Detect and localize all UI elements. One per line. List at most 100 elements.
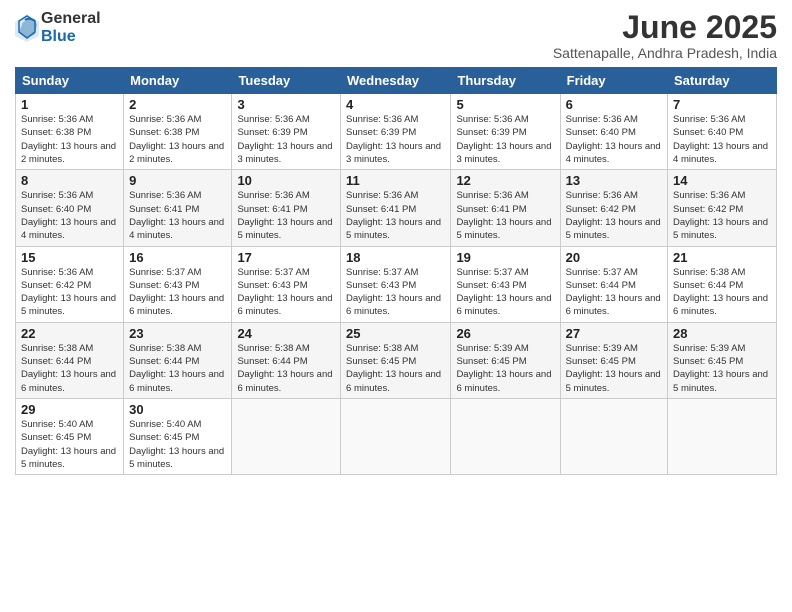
day-info: Sunrise: 5:36 AM Sunset: 6:41 PM Dayligh… bbox=[456, 189, 554, 242]
day-info: Sunrise: 5:36 AM Sunset: 6:40 PM Dayligh… bbox=[566, 113, 662, 166]
calendar-cell: 6 Sunrise: 5:36 AM Sunset: 6:40 PM Dayli… bbox=[560, 94, 667, 170]
page: General Blue June 2025 Sattenapalle, And… bbox=[0, 0, 792, 612]
calendar-cell: 20 Sunrise: 5:37 AM Sunset: 6:44 PM Dayl… bbox=[560, 246, 667, 322]
day-number: 21 bbox=[673, 250, 771, 265]
day-info: Sunrise: 5:36 AM Sunset: 6:39 PM Dayligh… bbox=[456, 113, 554, 166]
calendar-cell: 11 Sunrise: 5:36 AM Sunset: 6:41 PM Dayl… bbox=[341, 170, 451, 246]
day-number: 23 bbox=[129, 326, 226, 341]
day-number: 4 bbox=[346, 97, 445, 112]
calendar-cell: 28 Sunrise: 5:39 AM Sunset: 6:45 PM Dayl… bbox=[668, 322, 777, 398]
day-number: 22 bbox=[21, 326, 118, 341]
day-number: 7 bbox=[673, 97, 771, 112]
logo-blue-text: Blue bbox=[41, 28, 101, 46]
calendar-cell: 4 Sunrise: 5:36 AM Sunset: 6:39 PM Dayli… bbox=[341, 94, 451, 170]
day-number: 1 bbox=[21, 97, 118, 112]
calendar-cell: 10 Sunrise: 5:36 AM Sunset: 6:41 PM Dayl… bbox=[232, 170, 341, 246]
day-number: 27 bbox=[566, 326, 662, 341]
day-info: Sunrise: 5:38 AM Sunset: 6:45 PM Dayligh… bbox=[346, 342, 445, 395]
day-info: Sunrise: 5:36 AM Sunset: 6:41 PM Dayligh… bbox=[129, 189, 226, 242]
col-thursday: Thursday bbox=[451, 68, 560, 94]
calendar-week-2: 8 Sunrise: 5:36 AM Sunset: 6:40 PM Dayli… bbox=[16, 170, 777, 246]
calendar-cell: 9 Sunrise: 5:36 AM Sunset: 6:41 PM Dayli… bbox=[124, 170, 232, 246]
calendar-cell: 7 Sunrise: 5:36 AM Sunset: 6:40 PM Dayli… bbox=[668, 94, 777, 170]
col-friday: Friday bbox=[560, 68, 667, 94]
day-info: Sunrise: 5:37 AM Sunset: 6:43 PM Dayligh… bbox=[346, 266, 445, 319]
calendar-cell bbox=[232, 398, 341, 474]
day-info: Sunrise: 5:36 AM Sunset: 6:39 PM Dayligh… bbox=[346, 113, 445, 166]
day-info: Sunrise: 5:39 AM Sunset: 6:45 PM Dayligh… bbox=[673, 342, 771, 395]
day-info: Sunrise: 5:36 AM Sunset: 6:42 PM Dayligh… bbox=[673, 189, 771, 242]
header-row: Sunday Monday Tuesday Wednesday Thursday… bbox=[16, 68, 777, 94]
day-info: Sunrise: 5:38 AM Sunset: 6:44 PM Dayligh… bbox=[129, 342, 226, 395]
day-info: Sunrise: 5:37 AM Sunset: 6:43 PM Dayligh… bbox=[237, 266, 335, 319]
calendar-table: Sunday Monday Tuesday Wednesday Thursday… bbox=[15, 67, 777, 475]
day-number: 5 bbox=[456, 97, 554, 112]
day-number: 16 bbox=[129, 250, 226, 265]
calendar-cell: 5 Sunrise: 5:36 AM Sunset: 6:39 PM Dayli… bbox=[451, 94, 560, 170]
calendar-cell bbox=[341, 398, 451, 474]
calendar-cell: 17 Sunrise: 5:37 AM Sunset: 6:43 PM Dayl… bbox=[232, 246, 341, 322]
calendar-week-3: 15 Sunrise: 5:36 AM Sunset: 6:42 PM Dayl… bbox=[16, 246, 777, 322]
day-info: Sunrise: 5:36 AM Sunset: 6:41 PM Dayligh… bbox=[346, 189, 445, 242]
col-wednesday: Wednesday bbox=[341, 68, 451, 94]
col-tuesday: Tuesday bbox=[232, 68, 341, 94]
day-number: 10 bbox=[237, 173, 335, 188]
logo-text: General Blue bbox=[41, 10, 101, 45]
day-info: Sunrise: 5:37 AM Sunset: 6:43 PM Dayligh… bbox=[129, 266, 226, 319]
calendar-week-4: 22 Sunrise: 5:38 AM Sunset: 6:44 PM Dayl… bbox=[16, 322, 777, 398]
calendar-cell: 30 Sunrise: 5:40 AM Sunset: 6:45 PM Dayl… bbox=[124, 398, 232, 474]
calendar-cell bbox=[451, 398, 560, 474]
calendar-week-1: 1 Sunrise: 5:36 AM Sunset: 6:38 PM Dayli… bbox=[16, 94, 777, 170]
calendar-cell: 18 Sunrise: 5:37 AM Sunset: 6:43 PM Dayl… bbox=[341, 246, 451, 322]
day-number: 13 bbox=[566, 173, 662, 188]
day-info: Sunrise: 5:37 AM Sunset: 6:44 PM Dayligh… bbox=[566, 266, 662, 319]
calendar-cell bbox=[668, 398, 777, 474]
day-info: Sunrise: 5:39 AM Sunset: 6:45 PM Dayligh… bbox=[566, 342, 662, 395]
day-info: Sunrise: 5:36 AM Sunset: 6:41 PM Dayligh… bbox=[237, 189, 335, 242]
day-number: 25 bbox=[346, 326, 445, 341]
day-info: Sunrise: 5:36 AM Sunset: 6:40 PM Dayligh… bbox=[21, 189, 118, 242]
col-sunday: Sunday bbox=[16, 68, 124, 94]
logo: General Blue bbox=[15, 10, 101, 45]
day-info: Sunrise: 5:36 AM Sunset: 6:42 PM Dayligh… bbox=[21, 266, 118, 319]
calendar-cell: 25 Sunrise: 5:38 AM Sunset: 6:45 PM Dayl… bbox=[341, 322, 451, 398]
calendar-cell: 12 Sunrise: 5:36 AM Sunset: 6:41 PM Dayl… bbox=[451, 170, 560, 246]
day-number: 11 bbox=[346, 173, 445, 188]
calendar-cell: 27 Sunrise: 5:39 AM Sunset: 6:45 PM Dayl… bbox=[560, 322, 667, 398]
day-number: 17 bbox=[237, 250, 335, 265]
calendar-cell: 26 Sunrise: 5:39 AM Sunset: 6:45 PM Dayl… bbox=[451, 322, 560, 398]
day-number: 14 bbox=[673, 173, 771, 188]
day-number: 19 bbox=[456, 250, 554, 265]
col-saturday: Saturday bbox=[668, 68, 777, 94]
day-number: 9 bbox=[129, 173, 226, 188]
day-number: 8 bbox=[21, 173, 118, 188]
day-number: 6 bbox=[566, 97, 662, 112]
day-number: 12 bbox=[456, 173, 554, 188]
day-info: Sunrise: 5:39 AM Sunset: 6:45 PM Dayligh… bbox=[456, 342, 554, 395]
calendar-cell: 8 Sunrise: 5:36 AM Sunset: 6:40 PM Dayli… bbox=[16, 170, 124, 246]
calendar-cell: 19 Sunrise: 5:37 AM Sunset: 6:43 PM Dayl… bbox=[451, 246, 560, 322]
calendar-cell: 13 Sunrise: 5:36 AM Sunset: 6:42 PM Dayl… bbox=[560, 170, 667, 246]
day-info: Sunrise: 5:36 AM Sunset: 6:38 PM Dayligh… bbox=[21, 113, 118, 166]
day-info: Sunrise: 5:38 AM Sunset: 6:44 PM Dayligh… bbox=[21, 342, 118, 395]
day-number: 20 bbox=[566, 250, 662, 265]
calendar-cell: 3 Sunrise: 5:36 AM Sunset: 6:39 PM Dayli… bbox=[232, 94, 341, 170]
month-title: June 2025 bbox=[553, 10, 777, 45]
title-section: June 2025 Sattenapalle, Andhra Pradesh, … bbox=[553, 10, 777, 61]
calendar-cell: 16 Sunrise: 5:37 AM Sunset: 6:43 PM Dayl… bbox=[124, 246, 232, 322]
calendar-cell: 29 Sunrise: 5:40 AM Sunset: 6:45 PM Dayl… bbox=[16, 398, 124, 474]
day-info: Sunrise: 5:36 AM Sunset: 6:39 PM Dayligh… bbox=[237, 113, 335, 166]
header: General Blue June 2025 Sattenapalle, And… bbox=[15, 10, 777, 61]
calendar-cell bbox=[560, 398, 667, 474]
day-number: 30 bbox=[129, 402, 226, 417]
day-number: 3 bbox=[237, 97, 335, 112]
day-number: 2 bbox=[129, 97, 226, 112]
logo-general-text: General bbox=[41, 10, 101, 28]
location-subtitle: Sattenapalle, Andhra Pradesh, India bbox=[553, 45, 777, 61]
day-info: Sunrise: 5:37 AM Sunset: 6:43 PM Dayligh… bbox=[456, 266, 554, 319]
calendar-cell: 2 Sunrise: 5:36 AM Sunset: 6:38 PM Dayli… bbox=[124, 94, 232, 170]
day-number: 28 bbox=[673, 326, 771, 341]
day-info: Sunrise: 5:38 AM Sunset: 6:44 PM Dayligh… bbox=[237, 342, 335, 395]
col-monday: Monday bbox=[124, 68, 232, 94]
calendar-cell: 15 Sunrise: 5:36 AM Sunset: 6:42 PM Dayl… bbox=[16, 246, 124, 322]
